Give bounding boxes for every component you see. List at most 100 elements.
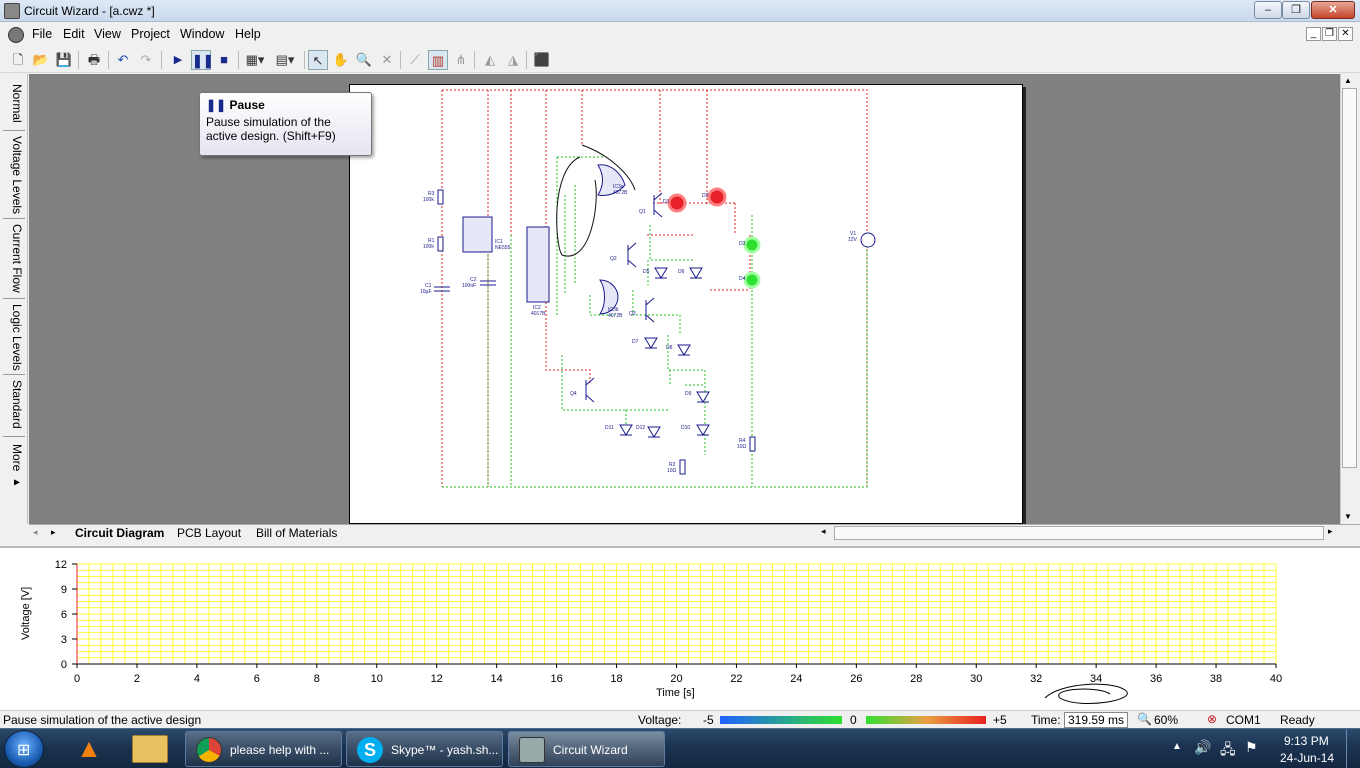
mdi-minimize-button[interactable]: _: [1306, 27, 1321, 41]
zoom-icon[interactable]: 🔍: [1137, 712, 1152, 726]
led-d8[interactable]: [677, 344, 691, 356]
led-d1-lit[interactable]: [667, 193, 687, 213]
transistor-q2[interactable]: [627, 242, 637, 268]
transistor-q1[interactable]: [653, 192, 663, 218]
explorer-icon[interactable]: [132, 735, 168, 763]
x-tick-label: 36: [1150, 673, 1162, 685]
resistor-r4[interactable]: [749, 436, 756, 452]
tab-voltage-levels[interactable]: Voltage Levels: [4, 136, 24, 214]
voltage-graph[interactable]: 036912 0 2 4 6 8 10 12 14 16 18 20 22 24 26 28 30 32 34 36…: [0, 548, 1360, 710]
transistor-q3[interactable]: [645, 297, 655, 323]
ic1-ne555[interactable]: [462, 216, 493, 253]
network-icon[interactable]: ⋔: [451, 50, 471, 70]
scroll-left-icon[interactable]: ◂: [821, 526, 826, 537]
tray-expand-icon[interactable]: ▲: [1172, 741, 1182, 752]
menu-view[interactable]: View: [94, 27, 121, 41]
taskbar-item-skype[interactable]: S Skype™ - yash.sh...: [346, 731, 503, 767]
taskbar-item-circuit-wizard[interactable]: Circuit Wizard: [508, 731, 665, 767]
select-icon[interactable]: ↖: [308, 50, 328, 70]
led-d12[interactable]: [647, 426, 661, 438]
tab-bill-of-materials[interactable]: Bill of Materials: [256, 526, 337, 540]
resistor-r1[interactable]: [437, 236, 444, 252]
led-d6[interactable]: [689, 267, 703, 279]
vertical-scroll-thumb[interactable]: [1342, 88, 1357, 468]
scroll-right-icon[interactable]: ▸: [1328, 526, 1333, 537]
redo-icon[interactable]: ↷: [136, 50, 156, 70]
voltage-source-v1[interactable]: [860, 232, 876, 248]
circuit-sheet[interactable]: R3 100k R1 100k C1 10µF C2 100nF IC1 NE5…: [349, 84, 1023, 524]
led-d9[interactable]: [696, 391, 710, 403]
pan-icon[interactable]: ✋: [331, 50, 351, 70]
tab-circuit-diagram[interactable]: Circuit Diagram: [75, 526, 164, 540]
minimize-button[interactable]: ‒: [1254, 1, 1282, 19]
resistor-r2[interactable]: [679, 459, 686, 475]
taskbar-item-chrome[interactable]: please help with ...: [185, 731, 342, 767]
menu-edit[interactable]: Edit: [63, 27, 85, 41]
menu-window[interactable]: Window: [180, 27, 224, 41]
tab-normal[interactable]: Normal: [4, 84, 24, 123]
clock-time[interactable]: 9:13 PM: [1284, 734, 1329, 748]
document-icon[interactable]: [8, 27, 24, 43]
delete-icon[interactable]: ✕: [377, 50, 397, 70]
open-icon[interactable]: 📂: [31, 50, 51, 70]
stop-icon[interactable]: ■: [214, 50, 234, 70]
menu-file[interactable]: File: [32, 27, 52, 41]
close-button[interactable]: ✕: [1311, 1, 1355, 19]
horizontal-scroll-thumb[interactable]: [834, 526, 1324, 540]
horizontal-scrollbar[interactable]: ◂ ▸: [818, 525, 1340, 541]
wire-icon[interactable]: ▤▾: [272, 50, 298, 70]
print-icon[interactable]: 🖶: [84, 50, 104, 70]
tab-scroll-left-icon[interactable]: ◂: [33, 527, 38, 538]
port-value[interactable]: COM1: [1226, 713, 1261, 727]
transistor-q4[interactable]: [585, 377, 595, 403]
ic2-4017b[interactable]: [526, 226, 550, 303]
zoom-value[interactable]: 60%: [1154, 713, 1178, 727]
volume-icon[interactable]: 🔊: [1194, 739, 1211, 756]
led-d10[interactable]: [696, 424, 710, 436]
save-icon[interactable]: 💾: [54, 50, 74, 70]
mdi-restore-button[interactable]: ❐: [1322, 27, 1337, 41]
chip-icon[interactable]: ⬛: [532, 50, 552, 70]
vertical-scrollbar[interactable]: ▲ ▼: [1340, 74, 1358, 524]
vlc-icon[interactable]: ▲: [72, 733, 106, 765]
tab-scroll-right-icon[interactable]: ▸: [51, 527, 56, 538]
led-d7[interactable]: [644, 337, 658, 349]
mdi-close-button[interactable]: ✕: [1338, 27, 1353, 41]
action-center-icon[interactable]: ⚑: [1245, 739, 1258, 756]
resistor-r3[interactable]: [437, 189, 444, 205]
tab-standard[interactable]: Standard: [4, 380, 24, 429]
scroll-up-icon[interactable]: ▲: [1344, 76, 1352, 85]
zoom-icon[interactable]: 🔍: [354, 50, 374, 70]
scroll-down-icon[interactable]: ▼: [1344, 512, 1352, 521]
pause-icon[interactable]: ❚❚: [191, 50, 214, 70]
probe-icon[interactable]: ⟋: [405, 50, 425, 70]
label-q4: Q4: [570, 391, 577, 397]
led-d3-lit[interactable]: [743, 236, 761, 254]
tab-more[interactable]: More ▸: [4, 444, 24, 489]
component-icon[interactable]: ▦▾: [242, 50, 268, 70]
tab-pcb-layout[interactable]: PCB Layout: [177, 526, 241, 540]
start-button[interactable]: ⊞: [4, 730, 44, 768]
chart-icon[interactable]: ▥: [428, 50, 448, 70]
menu-project[interactable]: Project: [131, 27, 170, 41]
app-icon[interactable]: [4, 3, 20, 19]
run-icon[interactable]: ▶: [168, 50, 188, 70]
tab-current-flow[interactable]: Current Flow: [4, 224, 24, 293]
undo-icon[interactable]: ↶: [113, 50, 133, 70]
taskbar-item-label: Skype™ - yash.sh...: [391, 743, 499, 757]
led-d11[interactable]: [619, 424, 633, 436]
flip-v-icon[interactable]: ◮: [503, 50, 523, 70]
network-icon[interactable]: 🖧: [1220, 739, 1236, 763]
led-d5[interactable]: [654, 267, 668, 279]
menu-help[interactable]: Help: [235, 27, 261, 41]
led-d4-lit[interactable]: [743, 271, 761, 289]
flip-h-icon[interactable]: ◭: [480, 50, 500, 70]
circuit-diagram[interactable]: R3 100k R1 100k C1 10µF C2 100nF IC1 NE5…: [350, 85, 1024, 524]
toolbar-separator: [474, 51, 475, 69]
maximize-button[interactable]: ❐: [1282, 1, 1310, 19]
led-d2-lit[interactable]: [707, 187, 727, 207]
show-desktop-button[interactable]: [1346, 729, 1360, 768]
clock-date[interactable]: 24-Jun-14: [1280, 751, 1334, 765]
tab-logic-levels[interactable]: Logic Levels: [4, 304, 24, 371]
new-icon[interactable]: 🗋: [8, 50, 28, 70]
